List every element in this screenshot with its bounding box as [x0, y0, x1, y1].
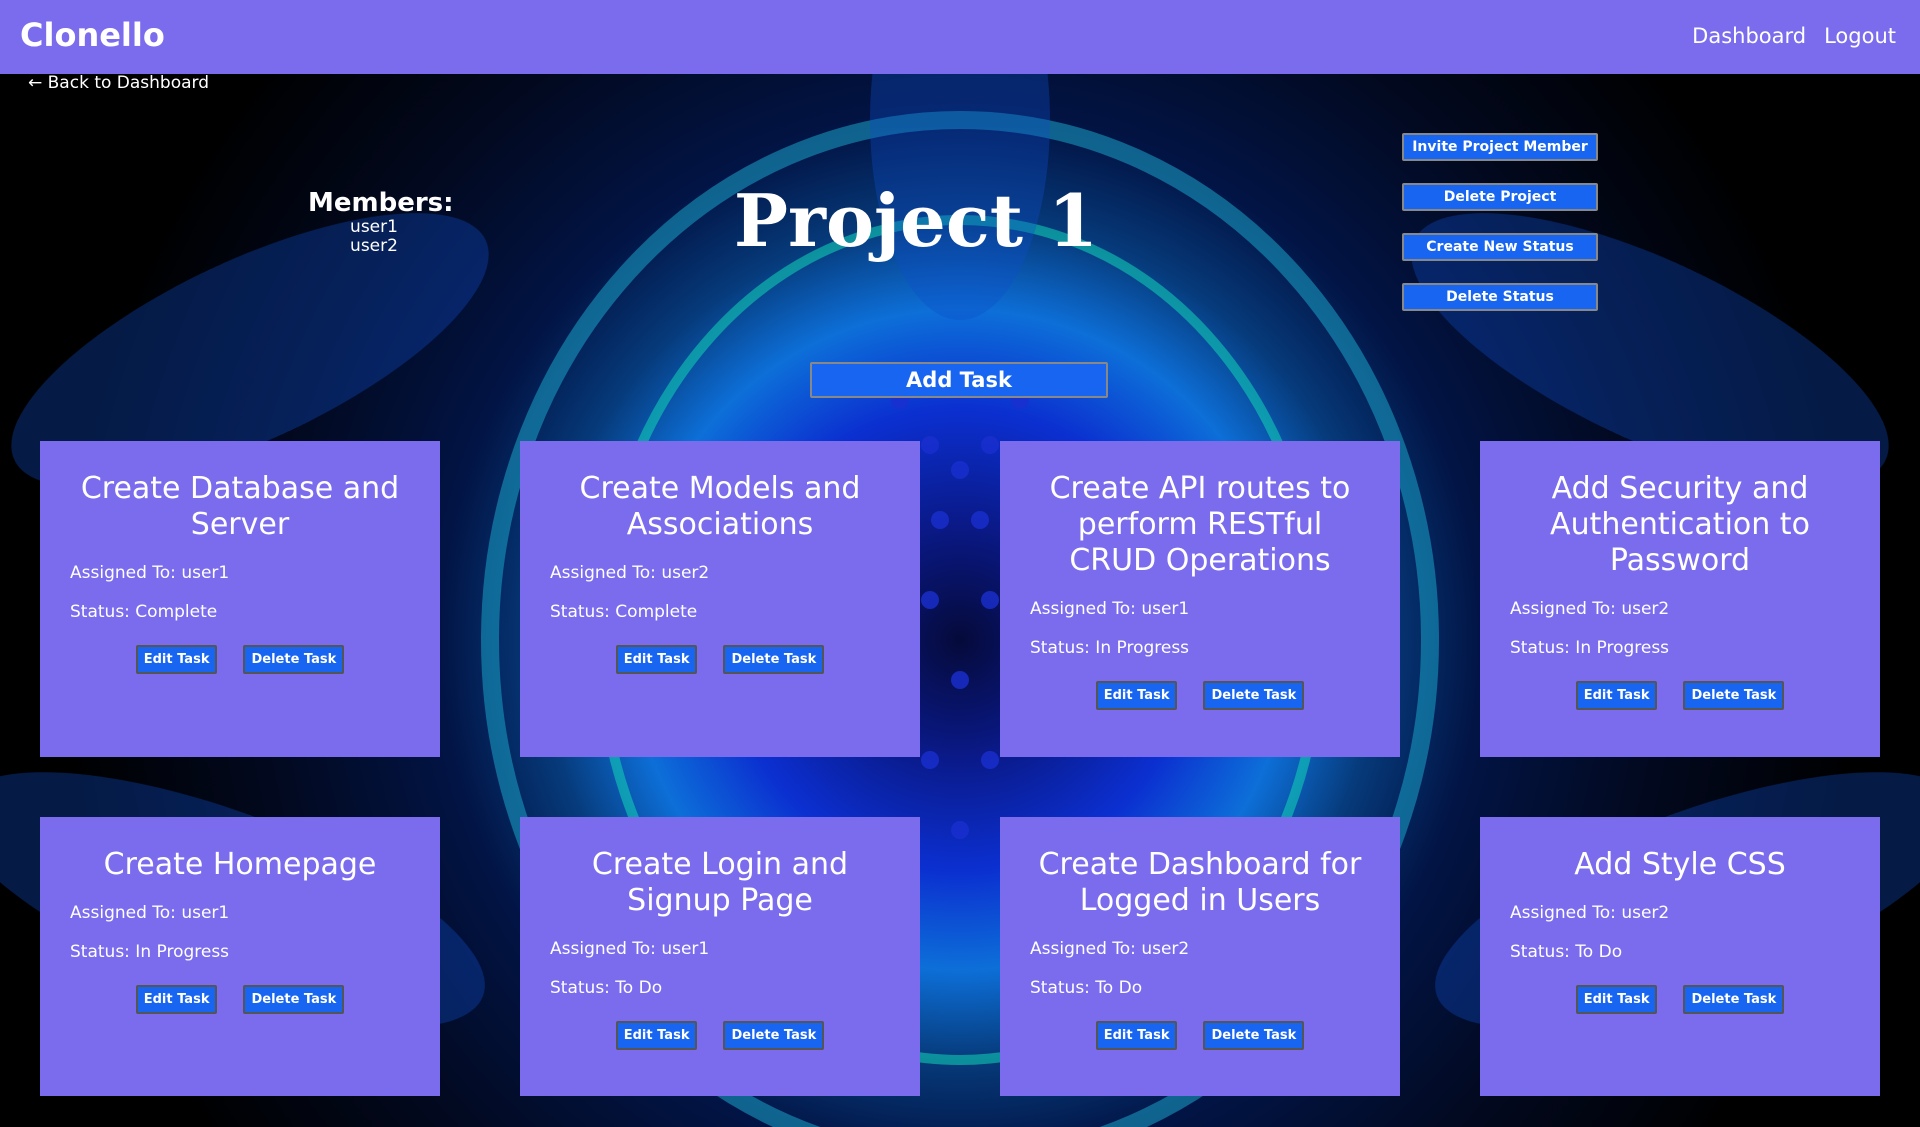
task-card: Create Login and Signup Page Assigned To… — [520, 817, 920, 1096]
task-title: Create Models and Associations — [579, 471, 861, 542]
task-card: Create Homepage Assigned To: user1 Statu… — [40, 817, 440, 1096]
task-actions: Edit Task Delete Task — [1510, 985, 1850, 1014]
edit-task-button[interactable]: Edit Task — [615, 645, 698, 674]
task-assignee: Assigned To: user2 — [1510, 599, 1670, 619]
task-status: Status: Complete — [550, 602, 698, 622]
task-actions: Edit Task Delete Task — [1030, 1021, 1370, 1050]
delete-task-button[interactable]: Delete Task — [723, 645, 825, 674]
edit-task-button[interactable]: Edit Task — [135, 985, 218, 1014]
delete-task-button[interactable]: Delete Task — [1683, 681, 1785, 710]
delete-task-button[interactable]: Delete Task — [243, 645, 345, 674]
delete-task-button[interactable]: Delete Task — [1203, 681, 1305, 710]
task-card: Add Security and Authentication to Passw… — [1480, 441, 1880, 757]
delete-task-button[interactable]: Delete Task — [1683, 985, 1785, 1014]
members-heading: Members: — [308, 188, 454, 218]
task-actions: Edit Task Delete Task — [550, 645, 890, 674]
member-name: user1 — [350, 217, 398, 237]
task-status: Status: To Do — [1030, 978, 1143, 998]
task-status: Status: Complete — [70, 602, 218, 622]
delete-task-button[interactable]: Delete Task — [243, 985, 345, 1014]
members-panel: Members: user1 user2 — [308, 188, 454, 256]
task-title: Create Database and Server — [80, 471, 400, 542]
nav-links: Dashboard Logout — [1692, 24, 1896, 48]
task-actions: Edit Task Delete Task — [70, 645, 410, 674]
delete-project-button[interactable]: Delete Project — [1402, 183, 1598, 211]
invite-project-member-button[interactable]: Invite Project Member — [1402, 133, 1598, 161]
task-card: Create Dashboard for Logged in Users Ass… — [1000, 817, 1400, 1096]
back-to-dashboard-link[interactable]: ← Back to Dashboard — [28, 73, 209, 93]
task-assignee: Assigned To: user1 — [1030, 599, 1190, 619]
task-actions: Edit Task Delete Task — [70, 985, 410, 1014]
task-assignee: Assigned To: user1 — [70, 563, 230, 583]
task-title: Create API routes to perform RESTful CRU… — [1049, 471, 1351, 578]
task-status: Status: In Progress — [70, 942, 230, 962]
task-assignee: Assigned To: user2 — [1030, 939, 1190, 959]
task-actions: Edit Task Delete Task — [1510, 681, 1850, 710]
task-assignee: Assigned To: user2 — [550, 563, 710, 583]
task-status: Status: In Progress — [1030, 638, 1190, 658]
task-card: Create Database and Server Assigned To: … — [40, 441, 440, 757]
task-title: Add Style CSS — [1574, 847, 1786, 882]
task-card: Create API routes to perform RESTful CRU… — [1000, 441, 1400, 757]
task-title: Create Login and Signup Page — [591, 847, 849, 918]
task-actions: Edit Task Delete Task — [550, 1021, 890, 1050]
task-title: Create Dashboard for Logged in Users — [1038, 847, 1362, 918]
task-assignee: Assigned To: user1 — [550, 939, 710, 959]
edit-task-button[interactable]: Edit Task — [615, 1021, 698, 1050]
task-status: Status: To Do — [1510, 942, 1623, 962]
brand-logo-text[interactable]: Clonello — [20, 16, 165, 54]
nav-dashboard-link[interactable]: Dashboard — [1692, 24, 1806, 48]
nav-logout-link[interactable]: Logout — [1824, 24, 1896, 48]
delete-task-button[interactable]: Delete Task — [723, 1021, 825, 1050]
task-title: Create Homepage — [103, 847, 377, 882]
edit-task-button[interactable]: Edit Task — [1575, 681, 1658, 710]
edit-task-button[interactable]: Edit Task — [1095, 681, 1178, 710]
task-title: Add Security and Authentication to Passw… — [1550, 471, 1810, 578]
task-status: Status: In Progress — [1510, 638, 1670, 658]
task-assignee: Assigned To: user2 — [1510, 903, 1670, 923]
member-name: user2 — [350, 236, 398, 256]
delete-task-button[interactable]: Delete Task — [1203, 1021, 1305, 1050]
task-actions: Edit Task Delete Task — [1030, 681, 1370, 710]
add-task-button[interactable]: Add Task — [810, 362, 1108, 398]
top-navbar: Clonello Dashboard Logout — [0, 0, 1920, 74]
task-card: Add Style CSS Assigned To: user2 Status:… — [1480, 817, 1880, 1096]
task-card: Create Models and Associations Assigned … — [520, 441, 920, 757]
create-new-status-button[interactable]: Create New Status — [1402, 233, 1598, 261]
task-assignee: Assigned To: user1 — [70, 903, 230, 923]
project-title: Project 1 — [733, 178, 1099, 263]
edit-task-button[interactable]: Edit Task — [1095, 1021, 1178, 1050]
edit-task-button[interactable]: Edit Task — [1575, 985, 1658, 1014]
edit-task-button[interactable]: Edit Task — [135, 645, 218, 674]
task-status: Status: To Do — [550, 978, 663, 998]
delete-status-button[interactable]: Delete Status — [1402, 283, 1598, 311]
